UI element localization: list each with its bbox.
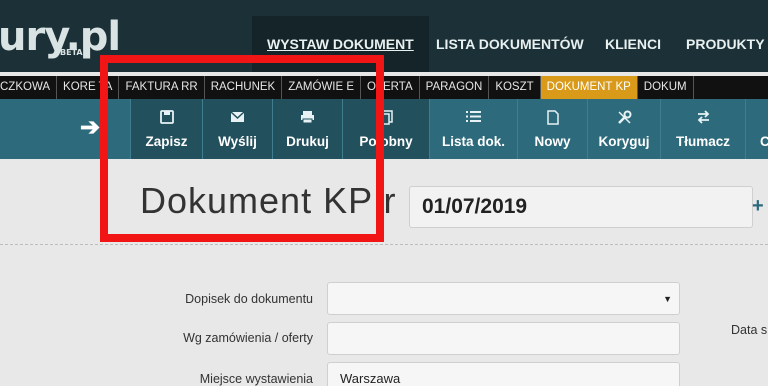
list-icon [466, 110, 481, 128]
issue-date-field[interactable]: 01/07/2019 [409, 186, 753, 228]
similar-button[interactable]: Po obny [342, 99, 429, 159]
copy-icon [379, 109, 393, 128]
place-label: Miejsce wystawienia [199, 372, 313, 386]
doc-tab-order[interactable]: ZAMÓWIE E [282, 76, 362, 99]
app-window: ury.pl BETA WYSTAW DOKUMENT LISTA DOKUME… [0, 0, 768, 386]
new-button-label: Nowy [534, 133, 571, 149]
printer-icon [300, 110, 315, 128]
similar-button-label: Po obny [359, 133, 413, 149]
note-label: Dopisek do dokumentu [185, 292, 313, 306]
correct-button[interactable]: Koryguj [587, 99, 660, 159]
swap-icon [696, 109, 711, 128]
order-input[interactable] [327, 322, 680, 355]
place-input[interactable]: Warszawa [327, 362, 680, 386]
wrench-icon [617, 110, 632, 128]
print-button[interactable]: Drukuj [272, 99, 342, 159]
document-list-button-label: Lista dok. [441, 133, 505, 149]
sale-date-label: Data s [731, 323, 768, 337]
doc-tab-more[interactable]: DOKUM [638, 76, 694, 99]
envelope-icon [230, 110, 245, 128]
top-bar: ury.pl BETA WYSTAW DOKUMENT LISTA DOKUME… [0, 0, 768, 72]
floppy-icon [159, 109, 174, 128]
nav-issue-document[interactable]: WYSTAW DOKUMENT [252, 16, 429, 72]
document-list-button[interactable]: Lista dok. [429, 99, 517, 159]
new-document-icon [546, 109, 559, 128]
send-button[interactable]: Wyślij [202, 99, 272, 159]
doc-tab-kp-document[interactable]: DOKUMENT KP [540, 76, 638, 99]
logo-beta-badge: BETA [60, 48, 83, 57]
page-title: Dokument KP r r [140, 180, 421, 221]
document-type-tabs: CZKOWA KORE TA FAKTURA RR RACHUNEK ZAMÓW… [0, 76, 768, 99]
note-select[interactable]: ▼ [327, 282, 680, 315]
doc-tab-cost[interactable]: KOSZT [489, 76, 541, 99]
chevron-down-icon: ▼ [663, 294, 672, 304]
translate-button[interactable]: Tłumacz [660, 99, 745, 159]
nav-products-label: PRODUKTY [686, 36, 765, 52]
save-button[interactable]: Zapisz [130, 99, 202, 159]
nav-documents-list-label: LISTA DOKUMENTÓW [436, 36, 584, 52]
nav-issue-document-label: WYSTAW DOKUMENT [267, 36, 414, 52]
date-add-icon[interactable]: + [752, 186, 768, 228]
doc-tab-offer[interactable]: OFERTA [361, 76, 420, 99]
doc-tab-receipt-partial[interactable]: CZKOWA [0, 76, 58, 99]
translate-button-label: Tłumacz [675, 133, 730, 149]
nav-documents-list[interactable]: LISTA DOKUMENTÓW [421, 16, 599, 72]
nav-products[interactable]: PRODUKTY [671, 16, 768, 72]
doc-tab-invoice-rr[interactable]: FAKTURA RR [119, 76, 205, 99]
more-button-label: C [760, 133, 768, 149]
doc-tab-receipt[interactable]: PARAGON [420, 76, 490, 99]
more-button[interactable]: C [745, 99, 768, 159]
back-arrow-icon[interactable]: ➔ [80, 113, 100, 142]
doc-tab-correction[interactable]: KORE TA [57, 76, 120, 99]
nav-clients-label: KLIENCI [605, 36, 661, 52]
doc-tab-bill[interactable]: RACHUNEK [205, 76, 283, 99]
action-toolbar: ➔ Zapisz Wyślij Drukuj Po obny Lista dok… [0, 99, 768, 159]
correct-button-label: Koryguj [598, 133, 650, 149]
new-button[interactable]: Nowy [517, 99, 587, 159]
nav-clients[interactable]: KLIENCI [590, 16, 676, 72]
print-button-label: Drukuj [286, 133, 329, 149]
save-button-label: Zapisz [145, 133, 188, 149]
order-label: Wg zamówienia / oferty [183, 331, 313, 345]
send-button-label: Wyślij [218, 133, 257, 149]
